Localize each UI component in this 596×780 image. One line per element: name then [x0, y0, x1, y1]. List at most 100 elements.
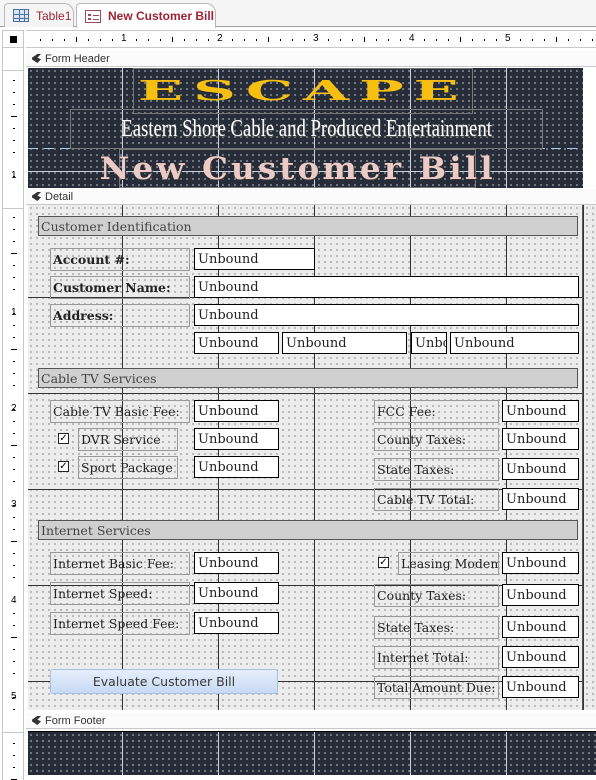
city-field[interactable]: Unbound [194, 332, 279, 354]
form-footer-section-bar[interactable]: Form Footer [26, 713, 596, 729]
ruler-tick [88, 39, 89, 41]
internet-total-field[interactable]: Unbound [502, 646, 579, 668]
cable-state-taxes-label[interactable]: State Taxes: [374, 458, 499, 481]
ruler-tick [532, 39, 533, 41]
subtitle-label[interactable]: Eastern Shore Cable and Produced Enterta… [70, 109, 543, 149]
fcc-fee-label[interactable]: FCC Fee: [374, 400, 499, 423]
ruler-tick [11, 116, 17, 117]
customer-identification-heading[interactable]: Customer Identification [38, 216, 578, 236]
horizontal-ruler[interactable]: 1 2 3 4 5 [26, 30, 596, 48]
dvr-service-label[interactable]: DVR Service [78, 428, 178, 451]
ruler-number: 1 [121, 33, 127, 44]
sport-package-checkbox[interactable]: ✓ [58, 461, 69, 472]
internet-speed-fee-field[interactable]: Unbound [194, 612, 279, 634]
total-amount-due-label[interactable]: Total Amount Due: [374, 676, 499, 699]
ruler-tick [13, 433, 15, 434]
tab-new-customer-bill[interactable]: New Customer Bill [76, 3, 216, 28]
ruler-tick [13, 457, 15, 458]
sport-package-field[interactable]: Unbound [194, 456, 279, 478]
tab-label: New Customer Bill [108, 9, 215, 23]
vertical-ruler[interactable]: 1 1 2 3 4 5 [2, 48, 24, 780]
logo-label[interactable]: ESCAPE [133, 68, 473, 114]
grid-line [314, 732, 315, 775]
ruler-tick [520, 39, 521, 41]
tab-table1[interactable]: Table1 [4, 3, 74, 27]
evaluate-customer-bill-button[interactable]: Evaluate Customer Bill [50, 669, 278, 694]
ruler-tick [160, 39, 161, 41]
fcc-fee-field[interactable]: Unbound [502, 400, 579, 422]
internet-basic-fee-label[interactable]: Internet Basic Fee: [50, 552, 190, 575]
ruler-tick [13, 755, 15, 756]
ruler-tick [448, 39, 449, 41]
cable-tv-total-field[interactable]: Unbound [502, 488, 579, 510]
leasing-modem-label[interactable]: Leasing Modem [398, 552, 499, 575]
ruler-tick [52, 39, 53, 41]
ruler-tick [568, 39, 569, 41]
ruler-tick [13, 565, 15, 566]
leasing-modem-field[interactable]: Unbound [502, 552, 579, 574]
cable-basic-fee-field[interactable]: Unbound [194, 400, 279, 422]
account-number-field[interactable]: Unbound [194, 248, 315, 270]
internet-county-taxes-field[interactable]: Unbound [502, 584, 579, 606]
ruler-tick [13, 361, 15, 362]
ruler-number: 3 [11, 499, 17, 510]
account-label[interactable]: Account #: [50, 248, 190, 271]
cable-county-taxes-label[interactable]: County Taxes: [374, 428, 499, 451]
internet-county-taxes-label[interactable]: County Taxes: [374, 584, 499, 607]
tab-label: Table1 [36, 8, 72, 23]
form-header-section: ESCAPE Eastern Shore Cable and Produced … [28, 68, 583, 188]
internet-speed-fee-label[interactable]: Internet Speed Fee: [50, 612, 190, 635]
internet-services-heading[interactable]: Internet Services [38, 520, 578, 540]
ruler-tick [304, 39, 305, 41]
title-label[interactable]: New Customer Bill [99, 149, 492, 188]
ruler-tick [13, 709, 15, 710]
dvr-service-checkbox[interactable]: ✓ [58, 433, 69, 444]
leasing-modem-checkbox[interactable]: ✓ [378, 557, 389, 568]
ruler-number: 2 [217, 33, 223, 44]
ruler-tick [196, 39, 197, 41]
ruler-tick [11, 541, 17, 542]
grid-line [218, 732, 219, 775]
ruler-tick [13, 128, 15, 129]
ruler-tick [13, 152, 15, 153]
internet-total-label[interactable]: Internet Total: [374, 646, 499, 669]
zip-field[interactable]: Unbc [411, 332, 447, 354]
ruler-number: 1 [11, 170, 17, 181]
detail-section-bar[interactable]: Detail [26, 189, 596, 205]
internet-speed-field[interactable]: Unbound [194, 582, 279, 604]
form-selector[interactable] [2, 30, 24, 48]
cable-state-taxes-field[interactable]: Unbound [502, 458, 579, 480]
form-icon [85, 9, 101, 23]
grid-line [28, 393, 582, 394]
sport-package-label[interactable]: Sport Package [78, 456, 178, 479]
cable-basic-fee-label[interactable]: Cable TV Basic Fee: [50, 400, 190, 423]
cable-tv-total-label[interactable]: Cable TV Total: [374, 488, 499, 511]
ruler-tick [13, 80, 15, 81]
ruler-tick [13, 373, 15, 374]
form-header-section-bar[interactable]: Form Header [26, 51, 596, 67]
internet-state-taxes-label[interactable]: State Taxes: [374, 616, 499, 639]
customer-name-label[interactable]: Customer Name: [50, 276, 190, 299]
ruler-number: 2 [11, 403, 17, 414]
address-field[interactable]: Unbound [194, 304, 579, 326]
cable-county-taxes-field[interactable]: Unbound [502, 428, 579, 450]
state-field[interactable]: Unbound [282, 332, 407, 354]
section-arrow-icon [32, 54, 41, 63]
ruler-tick [376, 39, 377, 41]
cable-tv-services-heading[interactable]: Cable TV Services [38, 368, 578, 388]
internet-state-taxes-field[interactable]: Unbound [502, 616, 579, 638]
section-label: Form Header [45, 52, 110, 65]
dvr-service-field[interactable]: Unbound [194, 428, 279, 450]
customer-name-field[interactable]: Unbound [194, 276, 579, 298]
ruler-tick [352, 39, 353, 41]
address-label[interactable]: Address: [50, 304, 190, 327]
ruler-tick [64, 39, 65, 41]
access-form-design-view: Table1 New Customer Bill 1 2 3 4 5 1 1 2 3 4 5 Fo… [0, 0, 596, 780]
ruler-tick [11, 349, 17, 350]
phone-field[interactable]: Unbound [450, 332, 579, 354]
table-icon [13, 9, 29, 22]
ruler-tick [40, 39, 41, 41]
internet-basic-fee-field[interactable]: Unbound [194, 552, 279, 574]
total-amount-due-field[interactable]: Unbound [502, 676, 579, 698]
internet-speed-label[interactable]: Internet Speed: [50, 582, 190, 605]
